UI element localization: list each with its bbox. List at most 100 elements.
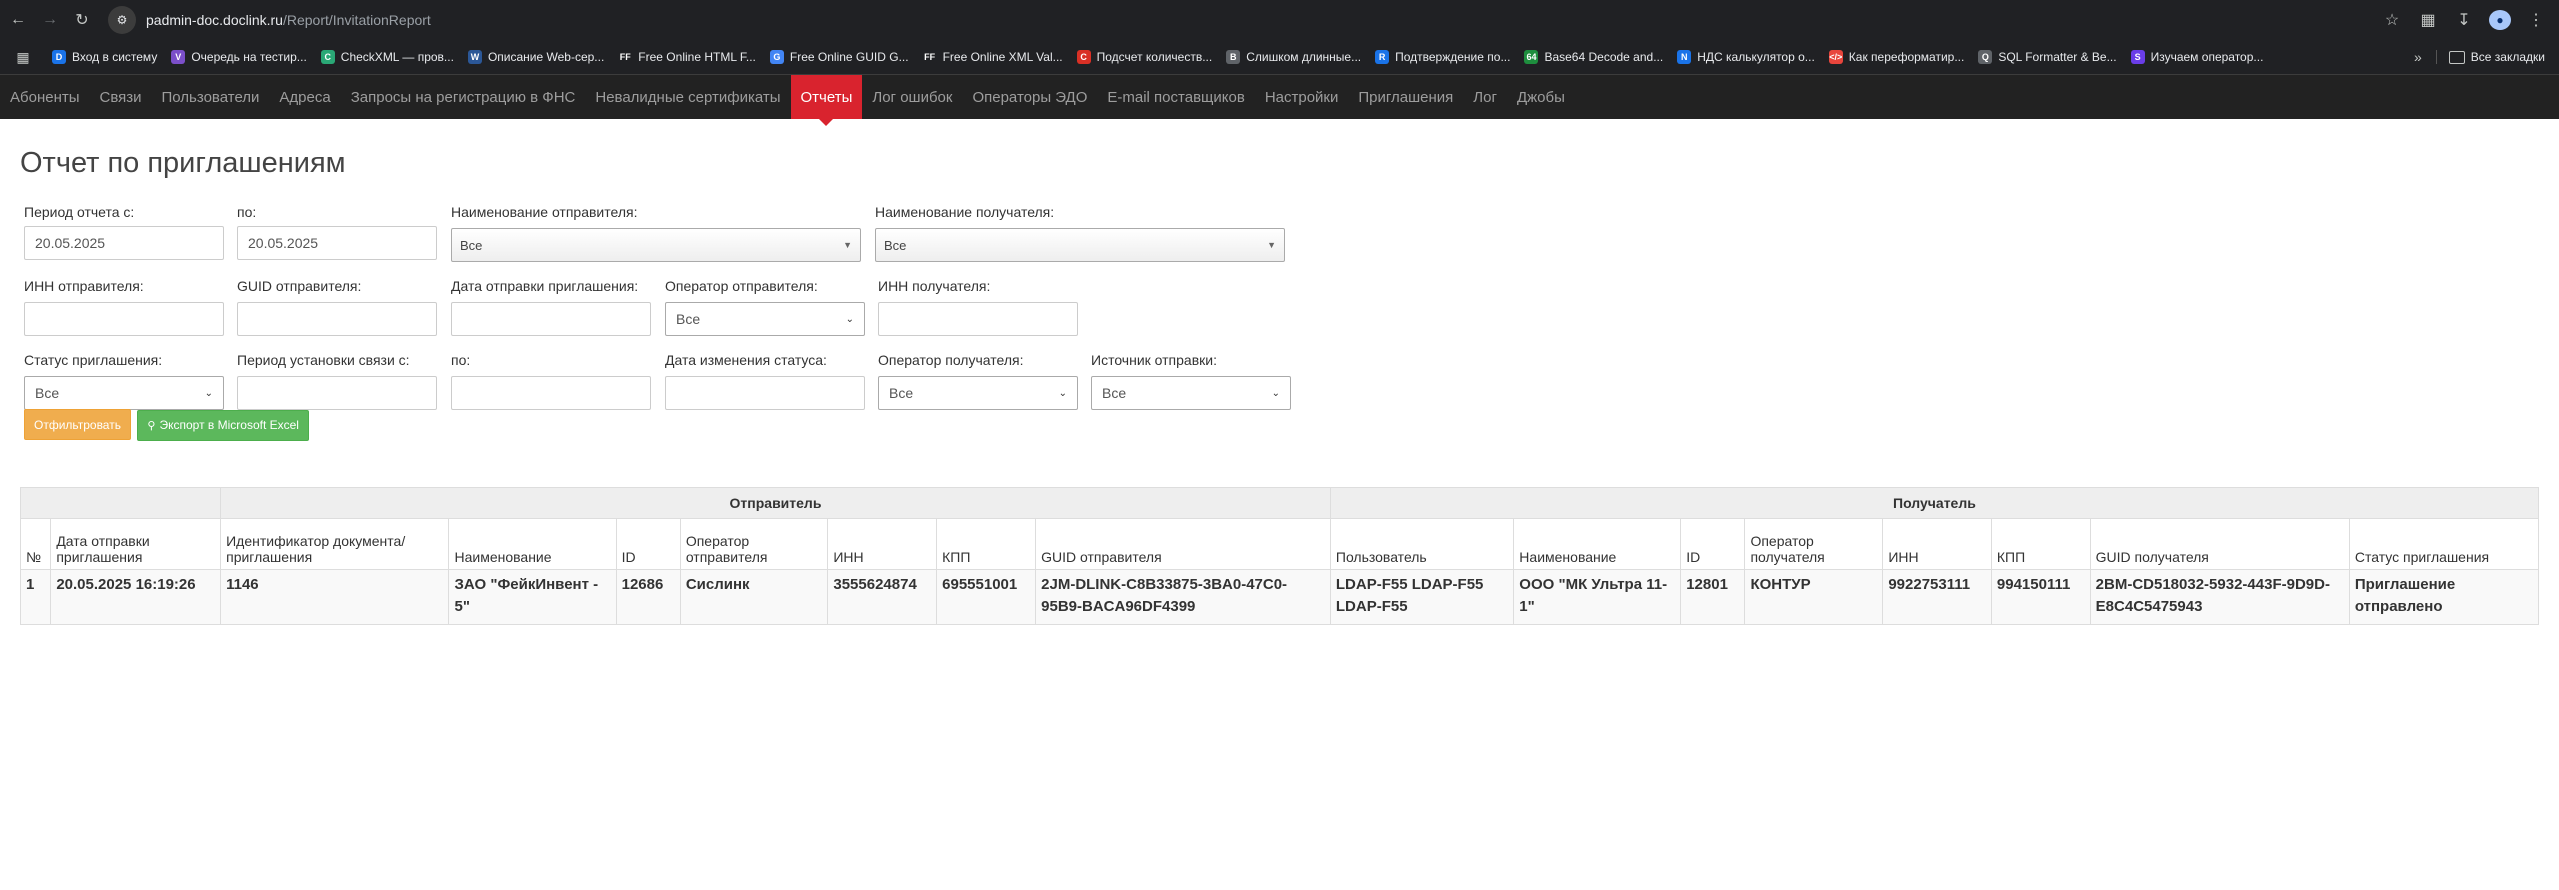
profile-avatar-icon[interactable]: ●: [2489, 10, 2511, 30]
period-from-label: Период отчета с:: [24, 204, 135, 220]
nav-item[interactable]: Лог ошибок: [862, 75, 962, 119]
calculator-icon: N: [1677, 50, 1692, 64]
bookmark-item[interactable]: C Подсчет количеств...: [1076, 50, 1212, 64]
nav-item[interactable]: Невалидные сертификаты: [585, 75, 790, 119]
nav-item[interactable]: Запросы на регистрацию в ФНС: [341, 75, 586, 119]
nav-item[interactable]: Операторы ЭДО: [962, 75, 1097, 119]
sender-guid-group: GUID отправителя:: [237, 278, 437, 336]
table-column-header: № Дата отправки приглашения Идентификатор …: [19, 518, 2540, 570]
nav-item[interactable]: Отчеты: [790, 75, 863, 126]
link-period-from-input[interactable]: [237, 376, 437, 410]
recipient-name-select[interactable]: Все ▼: [875, 228, 1285, 262]
bookmark-item[interactable]: V Очередь на тестир...: [171, 50, 307, 64]
bookmark-item[interactable]: D Вход в систему: [52, 50, 157, 64]
book-icon: B: [1226, 50, 1241, 64]
invite-status-label: Статус приглашения:: [24, 352, 163, 368]
table-cell: 994150111: [1990, 569, 2091, 625]
sender-operator-label: Оператор отправителя:: [665, 278, 818, 294]
freeformatter-icon: FF: [922, 50, 937, 64]
sender-guid-input[interactable]: [237, 302, 437, 336]
bookmark-item[interactable]: </> Как переформатир...: [1828, 50, 1964, 64]
nav-item[interactable]: E-mail поставщиков: [1097, 75, 1254, 119]
bookmark-item[interactable]: Q SQL Formatter & Be...: [1978, 50, 2117, 64]
table-cell: Сислинк: [679, 569, 829, 625]
table-cell: 1: [19, 569, 52, 625]
column-header: №: [19, 518, 52, 570]
sender-inn-label: ИНН отправителя:: [24, 278, 144, 294]
period-to-label: по:: [237, 204, 257, 220]
invite-status-select[interactable]: Все ⌄: [24, 376, 224, 410]
bookmark-item[interactable]: FF Free Online HTML F...: [618, 50, 756, 64]
column-header: Дата отправки приглашения: [50, 518, 222, 570]
nav-item[interactable]: Лог: [1463, 75, 1507, 119]
period-to-input[interactable]: [237, 226, 437, 260]
source-value: Все: [1102, 385, 1127, 401]
bookmark-item[interactable]: FF Free Online XML Val...: [922, 50, 1063, 64]
address-bar[interactable]: ⚙ padmin-doc.doclink.ru/Report/Invitatio…: [104, 5, 2371, 35]
bookmark-label: Очередь на тестир...: [191, 50, 307, 64]
site-info-icon[interactable]: ⚙: [108, 6, 136, 34]
doclink-icon: D: [52, 50, 66, 64]
page-content: Отчет по приглашениям Период отчета с: п…: [0, 147, 2559, 625]
checkxml-icon: C: [320, 50, 335, 64]
more-bookmarks-icon[interactable]: »: [2414, 49, 2422, 65]
nav-item[interactable]: Абоненты: [0, 75, 90, 119]
nav-item[interactable]: Пользователи: [152, 75, 270, 119]
period-to-group: по:: [237, 204, 437, 260]
table-cell: ООО "МК Ультра 11-1": [1513, 569, 1682, 625]
extensions-icon[interactable]: ▦: [2417, 10, 2439, 30]
bookmark-item[interactable]: 64 Base64 Decode and...: [1524, 50, 1663, 64]
source-select[interactable]: Все ⌄: [1091, 376, 1291, 410]
bookmark-item[interactable]: R Подтверждение по...: [1375, 50, 1510, 64]
bookmark-label: Free Online HTML F...: [638, 50, 756, 64]
nav-item[interactable]: Джобы: [1507, 75, 1575, 119]
recipient-inn-input[interactable]: [878, 302, 1078, 336]
visualstudio-icon: V: [171, 50, 186, 64]
bookmark-item[interactable]: C CheckXML — пров...: [320, 50, 454, 64]
url-text[interactable]: padmin-doc.doclink.ru/Report/InvitationR…: [146, 12, 431, 28]
invite-date-input[interactable]: [451, 302, 651, 336]
sender-guid-label: GUID отправителя:: [237, 278, 362, 294]
all-bookmarks-button[interactable]: Все закладки: [2435, 50, 2545, 64]
sender-inn-group: ИНН отправителя:: [24, 278, 224, 336]
invite-date-group: Дата отправки приглашения:: [451, 278, 651, 336]
reload-icon[interactable]: ↻: [68, 6, 96, 34]
bookmark-item[interactable]: G Free Online GUID G...: [769, 50, 909, 64]
column-header: ID: [615, 518, 681, 570]
invitation-report-table: Отправитель Получатель № Дата отправки пр…: [19, 487, 2540, 625]
back-icon[interactable]: ←: [4, 6, 32, 34]
filter-button[interactable]: Отфильтровать: [24, 409, 131, 440]
table-body: 1 20.05.2025 16:19:26 1146 ЗАО "ФейкИнвент …: [19, 569, 2540, 625]
bookmark-item[interactable]: N НДС калькулятор о...: [1677, 50, 1815, 64]
nav-item[interactable]: Приглашения: [1348, 75, 1463, 119]
status-change-date-input[interactable]: [665, 376, 865, 410]
apps-grid-icon[interactable]: ▦: [8, 49, 38, 66]
recipient-name-value: Все: [884, 237, 907, 253]
bookmark-item[interactable]: S Изучаем оператор...: [2130, 50, 2263, 64]
group-header-recipient: Получатель: [1329, 487, 2540, 519]
period-from-input[interactable]: [24, 226, 224, 260]
sender-operator-select[interactable]: Все ⌄: [665, 302, 865, 336]
forward-icon[interactable]: →: [36, 6, 64, 34]
column-header: Идентификатор документа/приглашения: [220, 518, 450, 570]
sender-name-label: Наименование отправителя:: [451, 204, 638, 220]
chevron-down-icon: ⌄: [204, 387, 213, 399]
download-icon[interactable]: ↧: [2453, 10, 2475, 30]
export-excel-button[interactable]: ⚲ Экспорт в Microsoft Excel: [137, 409, 309, 441]
bookmark-item[interactable]: B Слишком длинные...: [1226, 50, 1361, 64]
bookmark-star-icon[interactable]: ☆: [2381, 10, 2403, 30]
bookmark-label: Вход в систему: [72, 50, 158, 64]
nav-item[interactable]: Связи: [90, 75, 152, 119]
bookmark-label: CheckXML — пров...: [340, 50, 454, 64]
sender-operator-value: Все: [676, 311, 701, 327]
recipient-operator-select[interactable]: Все ⌄: [878, 376, 1078, 410]
sender-name-select[interactable]: Все ▼: [451, 228, 861, 262]
nav-item[interactable]: Адреса: [269, 75, 340, 119]
bookmark-item[interactable]: W Описание Web-сер...: [467, 50, 604, 64]
table-cell: 12686: [615, 569, 681, 625]
nav-item[interactable]: Настройки: [1255, 75, 1349, 119]
link-period-to-input[interactable]: [451, 376, 651, 410]
sender-inn-input[interactable]: [24, 302, 224, 336]
column-header: GUID получателя: [2089, 518, 2350, 570]
menu-kebab-icon[interactable]: ⋮: [2525, 10, 2547, 30]
